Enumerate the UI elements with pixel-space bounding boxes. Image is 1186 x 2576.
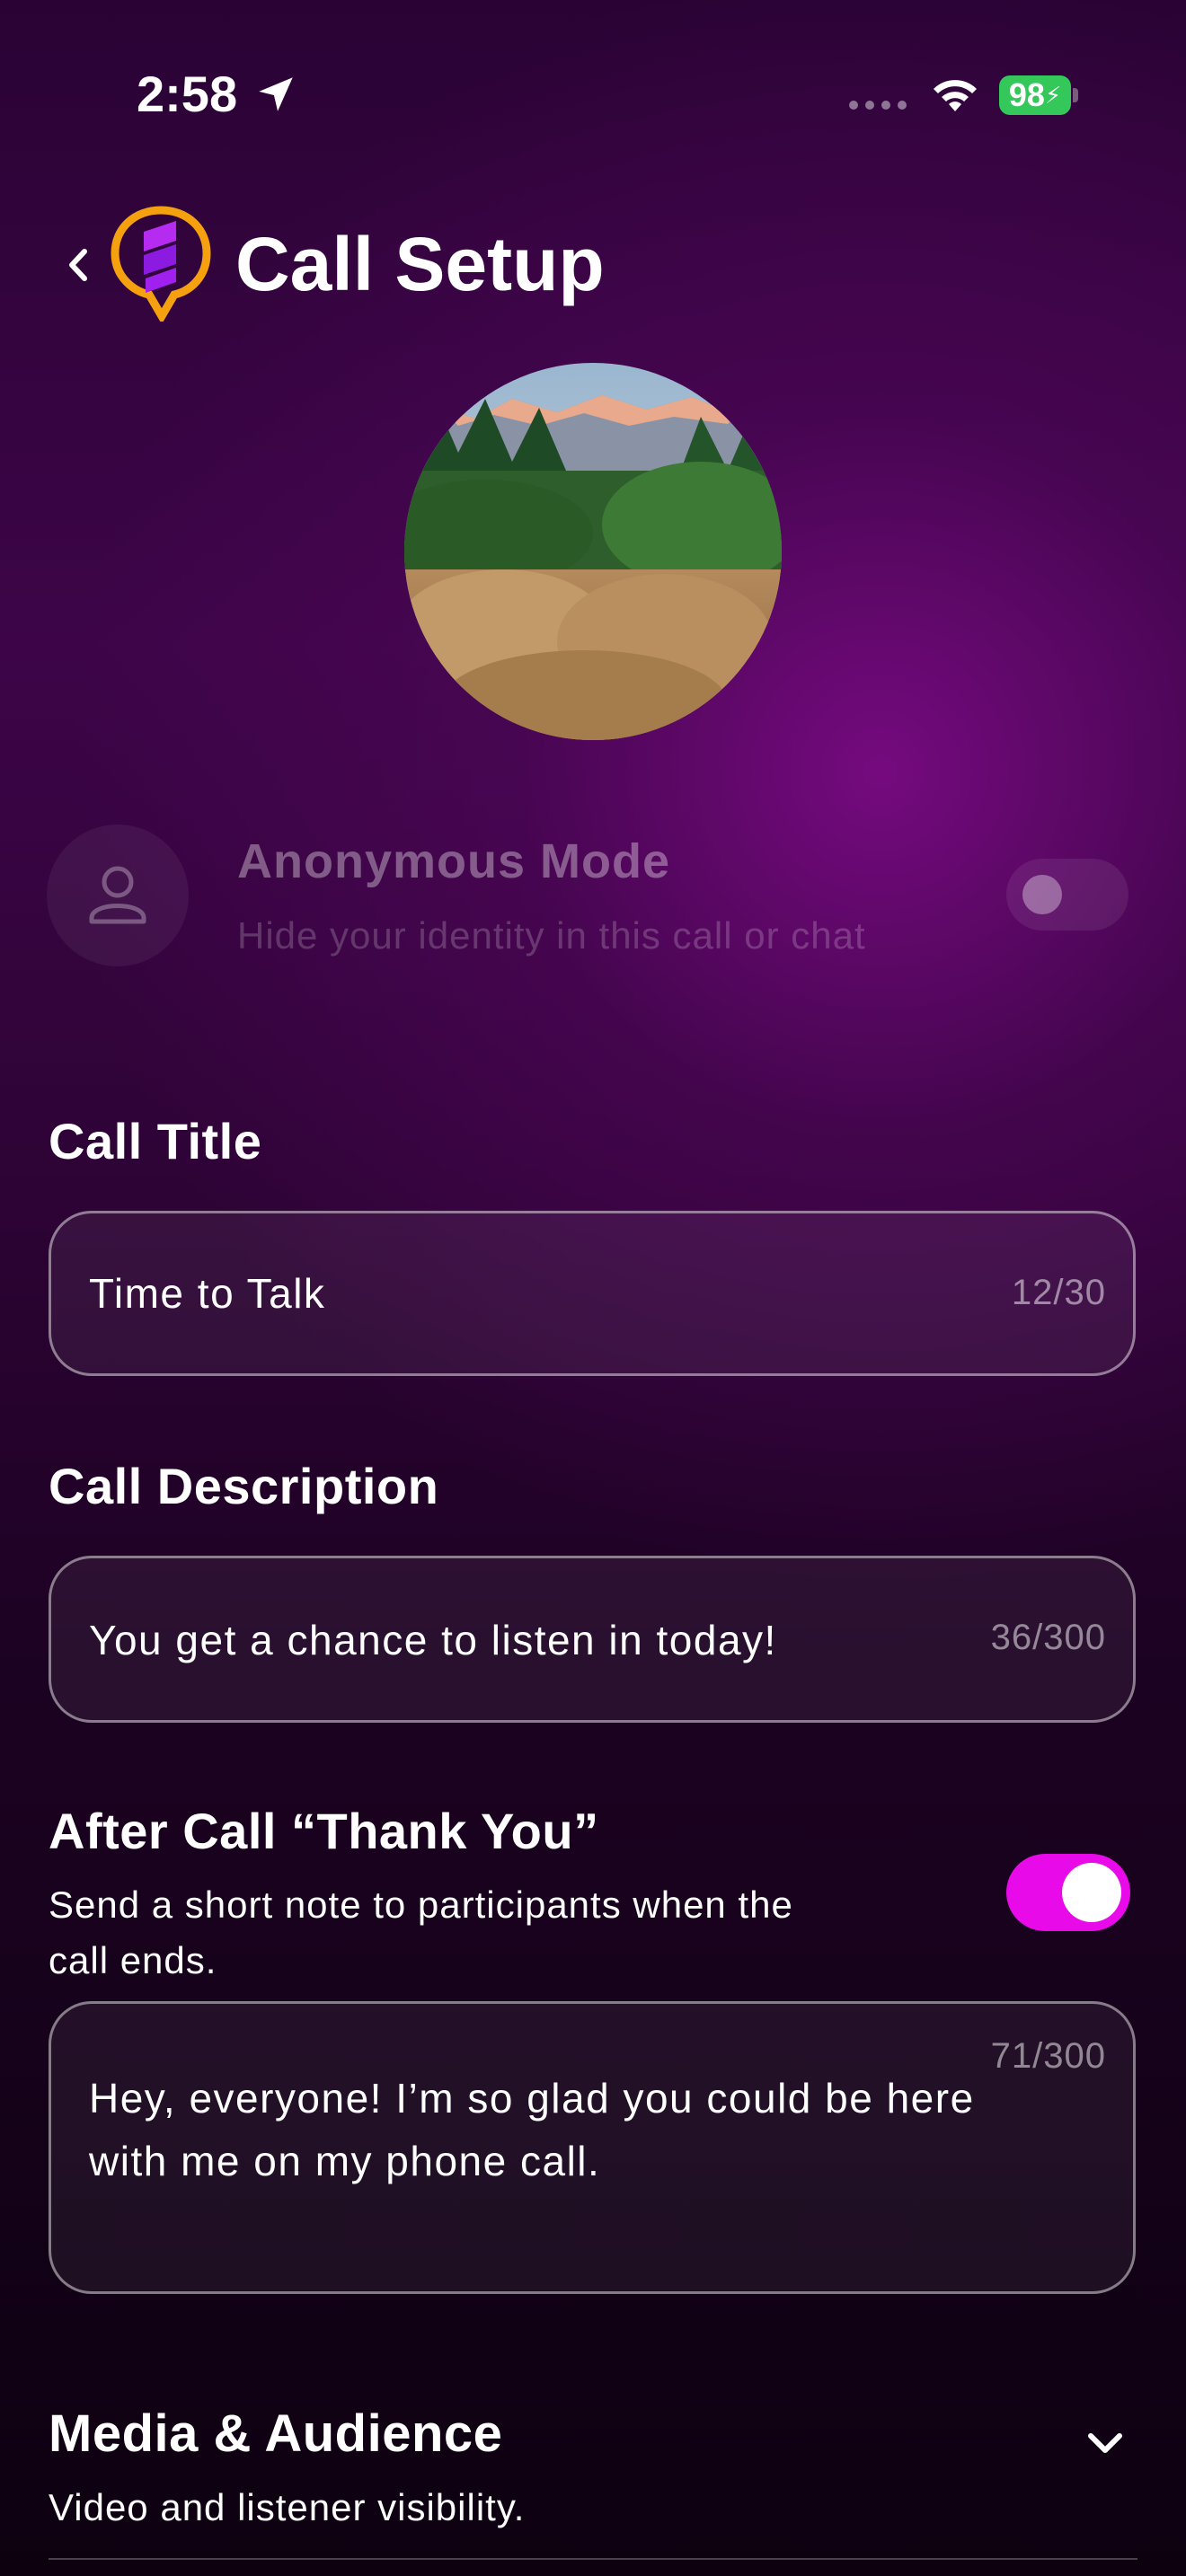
call-title-value: Time to Talk bbox=[89, 1270, 326, 1317]
person-icon bbox=[89, 866, 146, 924]
media-audience-title[interactable]: Media & Audience bbox=[49, 2404, 502, 2464]
landscape-image bbox=[404, 363, 782, 740]
call-description-label: Call Description bbox=[49, 1458, 439, 1514]
app-logo-icon bbox=[111, 206, 211, 322]
page-title: Call Setup bbox=[235, 222, 605, 306]
call-description-input[interactable]: You get a chance to listen in today! 36/… bbox=[49, 1556, 1136, 1723]
thank-you-message-value: Hey, everyone! I’m so glad you could be … bbox=[89, 2075, 975, 2184]
anonymous-avatar bbox=[47, 825, 189, 966]
call-title-label: Call Title bbox=[49, 1113, 262, 1169]
thank-you-label: After Call “Thank You” bbox=[49, 1803, 599, 1859]
location-arrow-icon bbox=[259, 77, 293, 111]
toggle-knob bbox=[1022, 875, 1062, 914]
battery-tip bbox=[1073, 88, 1078, 102]
call-description-value: You get a chance to listen in today! bbox=[89, 1617, 777, 1663]
thank-you-message-input[interactable]: 71/300 Hey, everyone! I’m so glad you co… bbox=[49, 2001, 1136, 2294]
cover-photo[interactable] bbox=[404, 363, 782, 740]
anonymous-mode-title: Anonymous Mode bbox=[237, 834, 670, 888]
call-description-counter: 36/300 bbox=[990, 1618, 1106, 1657]
thank-you-subtitle: Send a short note to participants when t… bbox=[49, 1883, 793, 1981]
battery-icon: 98 ⚡ bbox=[999, 75, 1071, 115]
thank-you-counter: 71/300 bbox=[990, 2036, 1106, 2076]
media-audience-subtitle: Video and listener visibility. bbox=[49, 2486, 526, 2528]
thank-you-toggle[interactable] bbox=[1006, 1854, 1130, 1931]
battery-level: 98 bbox=[1008, 76, 1045, 113]
anonymous-mode-subtitle: Hide your identity in this call or chat bbox=[237, 914, 866, 957]
cellular-dots-icon bbox=[849, 101, 907, 110]
toggle-knob bbox=[1062, 1863, 1121, 1922]
back-chevron-icon[interactable] bbox=[59, 243, 95, 287]
chevron-down-icon[interactable] bbox=[1084, 2422, 1127, 2465]
status-time: 2:58 bbox=[137, 66, 238, 122]
section-divider bbox=[49, 2558, 1137, 2560]
wifi-icon bbox=[934, 80, 977, 111]
call-title-input[interactable]: Time to Talk 12/30 bbox=[49, 1211, 1136, 1376]
call-title-counter: 12/30 bbox=[1011, 1273, 1106, 1312]
anonymous-mode-toggle[interactable] bbox=[1006, 859, 1128, 931]
